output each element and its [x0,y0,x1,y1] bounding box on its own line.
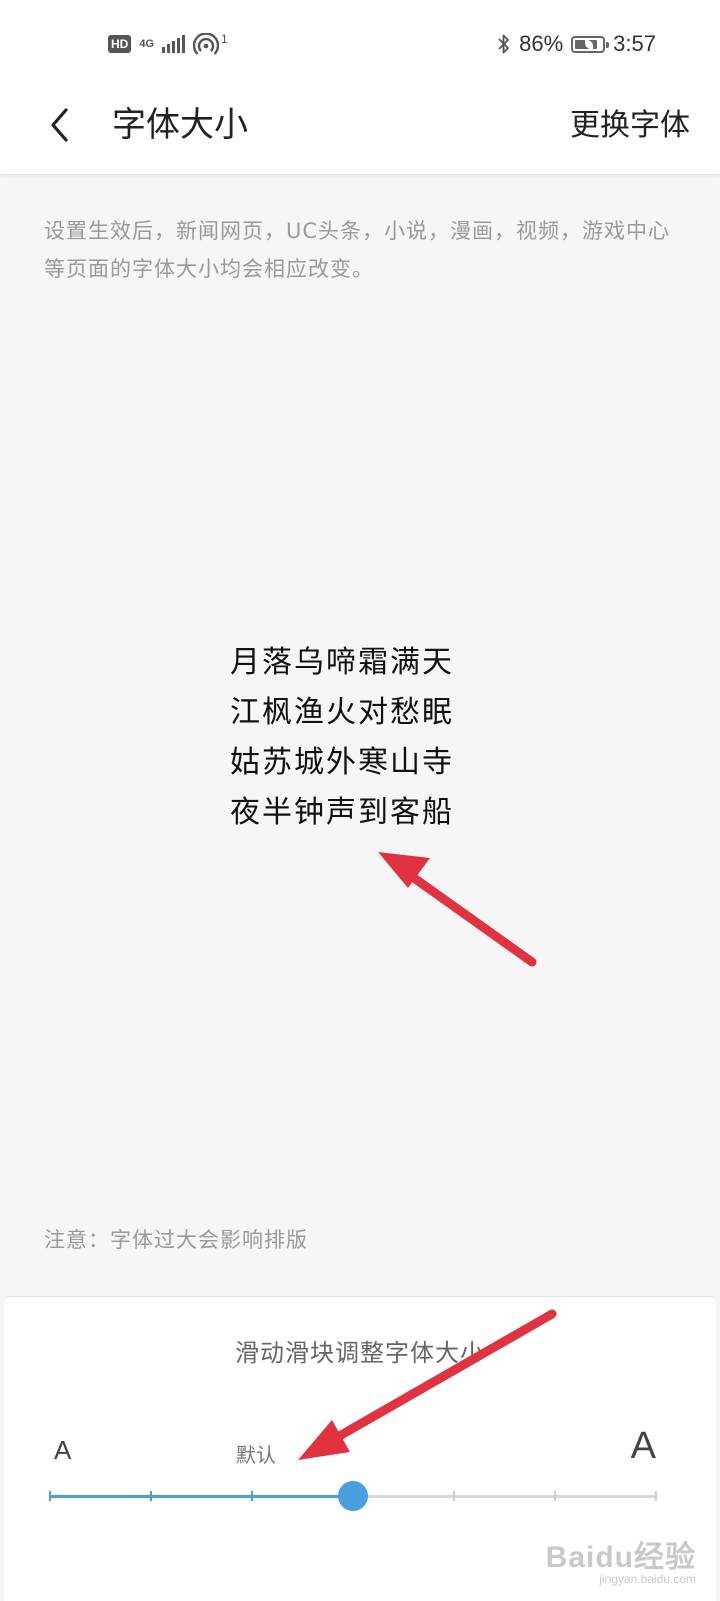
font-size-slider[interactable] [49,1481,657,1511]
slider-tick [554,1491,556,1501]
slider-title: 滑动滑块调整字体大小 [235,1339,485,1367]
font-preview: 月落乌啼霜满天 江枫渔火对愁眠 姑苏城外寒山寺 夜半钟声到客船 [0,638,720,838]
slider-thumb[interactable] [338,1481,368,1511]
battery-percent: 86% [519,31,564,56]
status-bar: HD 4G 1 86% 3:57 [0,0,720,86]
title-bar: 字体大小 更换字体 [0,86,720,175]
annotation-arrow-icon [378,852,537,967]
preview-line: 夜半钟声到客船 [230,795,454,830]
clock: 3:57 [613,31,656,56]
preview-line: 江枫渔火对愁眠 [230,695,454,730]
network-type: 4G [139,38,155,50]
change-font-button[interactable]: 更换字体 [570,104,690,148]
watermark: Baidu经验 jingyan.baidu.com [546,1532,696,1586]
description-text: 设置生效后，新闻网页，UC头条，小说，漫画，视频，游戏中心等页面的字体大小均会相… [44,219,671,281]
preview-line: 月落乌啼霜满天 [230,645,454,680]
slider-tick [49,1491,51,1501]
default-size-label: 默认 [236,1443,276,1467]
hd-icon: HD [108,35,132,53]
status-left: HD 4G 1 [108,30,228,58]
slider-tick [251,1491,253,1501]
slider-fill [50,1495,353,1498]
preview-line: 姑苏城外寒山寺 [230,745,454,780]
slider-tick [150,1491,152,1501]
bluetooth-icon [498,34,510,54]
slider-tick [655,1491,657,1501]
layout-warning-note: 注意：字体过大会影响排版 [44,1228,308,1252]
back-button[interactable] [34,100,84,150]
page-title: 字体大小 [112,105,248,145]
chevron-left-icon [51,108,68,142]
signal-icon [162,35,186,53]
battery-icon [571,35,610,53]
status-right: 86% 3:57 [497,30,656,58]
small-font-label: A [54,1435,72,1465]
slider-tick [453,1491,455,1501]
watermark-logo: Baidu经验 [545,1541,696,1574]
large-font-label: A [630,1425,656,1467]
hotspot-count: 1 [221,32,228,46]
hotspot-icon [193,33,220,55]
